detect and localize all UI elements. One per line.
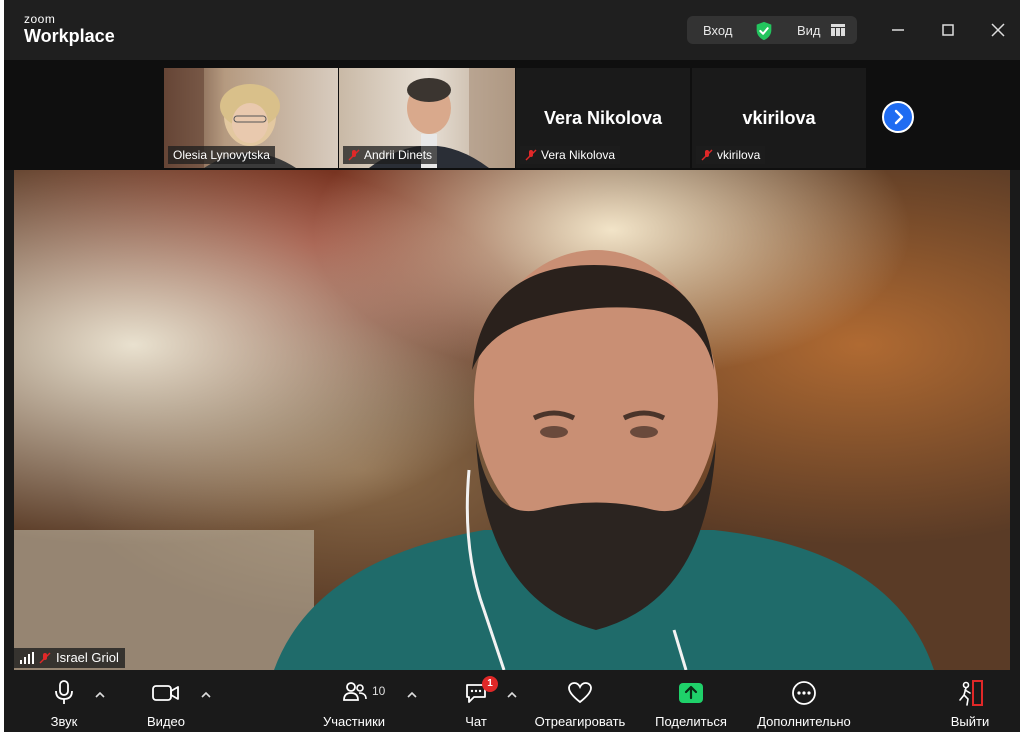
more-options-icon	[792, 681, 816, 705]
react-button[interactable]: Отреагировать	[535, 680, 625, 732]
audio-button[interactable]: Звук	[44, 680, 84, 732]
active-speaker-video: Israel Griol	[14, 170, 1010, 670]
speaker-name-label: Israel Griol	[14, 648, 125, 668]
speaker-figure	[274, 250, 934, 670]
participant-name-label: vkirilova	[696, 146, 766, 164]
participants-count: 10	[372, 684, 386, 698]
chevron-up-icon[interactable]	[506, 690, 518, 700]
meeting-toolbar: Звук Видео 10 Участники 1 Чат Отреагиров…	[4, 670, 1020, 732]
logo-main-text: Workplace	[24, 26, 115, 46]
minimize-icon[interactable]	[886, 18, 910, 42]
view-button[interactable]: Вид	[797, 23, 821, 38]
grid-view-icon	[831, 24, 845, 36]
video-button[interactable]: Видео	[144, 680, 188, 732]
share-screen-icon	[679, 683, 703, 703]
video-label: Видео	[147, 714, 185, 729]
share-label: Поделиться	[655, 714, 727, 729]
participant-name-label: Andrii Dinets	[343, 146, 438, 164]
leave-label: Выйти	[950, 714, 990, 729]
logo-top-text: zoom	[24, 12, 56, 26]
mic-muted-icon	[701, 149, 713, 161]
react-label: Отреагировать	[534, 714, 626, 729]
zoom-window: zoom Workplace Вход Вид Olesia Lynovytsk…	[4, 0, 1020, 732]
title-bar: zoom Workplace Вход Вид	[4, 0, 1020, 60]
participant-name-label: Vera Nikolova	[520, 146, 621, 164]
chat-label: Чат	[465, 714, 487, 729]
participant-strip: Olesia Lynovytska Andrii Dinets Vera Nik…	[4, 60, 1020, 170]
more-button[interactable]: Дополнительно	[757, 680, 851, 732]
participant-name: Olesia Lynovytska	[173, 148, 270, 162]
security-shield-icon[interactable]	[753, 20, 775, 42]
participant-name: Vera Nikolova	[541, 148, 616, 162]
participant-thumbnail[interactable]: Vera Nikolova Vera Nikolova	[516, 68, 690, 168]
mic-muted-icon	[525, 149, 537, 161]
video-camera-icon	[152, 685, 179, 701]
share-button[interactable]: Поделиться	[655, 680, 727, 732]
participant-thumbnail[interactable]: vkirilova vkirilova	[692, 68, 866, 168]
participants-icon	[343, 682, 367, 701]
title-actions: Вход Вид	[687, 16, 857, 44]
close-icon[interactable]	[986, 18, 1010, 42]
next-page-button[interactable]	[882, 101, 914, 133]
chat-unread-badge: 1	[482, 676, 498, 692]
participant-thumbnail[interactable]: Olesia Lynovytska	[164, 68, 338, 168]
chevron-up-icon[interactable]	[406, 690, 418, 700]
participant-thumbnail[interactable]: Andrii Dinets	[339, 68, 515, 168]
chevron-up-icon[interactable]	[94, 690, 106, 700]
chat-button[interactable]: 1 Чат	[456, 676, 498, 732]
chevron-right-icon	[894, 109, 904, 125]
login-button[interactable]: Вход	[703, 23, 732, 38]
participant-name-label: Olesia Lynovytska	[168, 146, 275, 164]
connection-signal-icon	[20, 652, 34, 664]
maximize-icon[interactable]	[936, 18, 960, 42]
participants-button[interactable]: 10 Участники	[322, 680, 386, 732]
chevron-up-icon[interactable]	[200, 690, 212, 700]
leave-button[interactable]: Выйти	[950, 680, 990, 732]
speaker-name: Israel Griol	[56, 650, 119, 665]
participants-label: Участники	[322, 714, 386, 729]
exit-door-icon	[959, 680, 983, 706]
participant-display-name: Vera Nikolova	[543, 108, 663, 128]
mic-muted-icon	[348, 149, 360, 161]
participant-display-name: vkirilova	[742, 108, 816, 128]
participant-name: Andrii Dinets	[364, 148, 433, 162]
mic-muted-icon	[39, 652, 51, 664]
audio-label: Звук	[50, 714, 78, 729]
heart-icon	[568, 682, 592, 704]
microphone-icon	[55, 680, 73, 704]
more-label: Дополнительно	[757, 714, 851, 729]
participant-name: vkirilova	[717, 148, 761, 162]
